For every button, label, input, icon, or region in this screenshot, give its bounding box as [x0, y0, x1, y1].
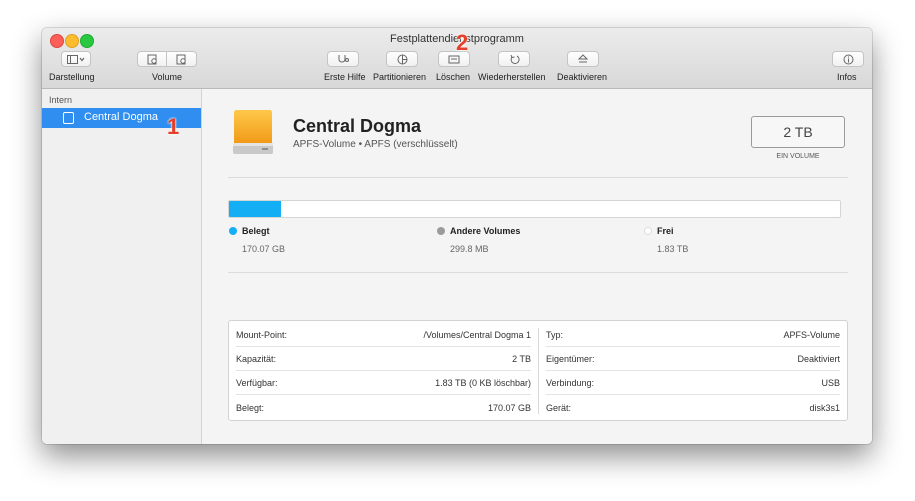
partition-button[interactable]: [386, 51, 418, 67]
info-row: Eigentümer: Deaktiviert: [546, 346, 840, 371]
capacity-caption: EIN VOLUME: [776, 153, 820, 160]
usage-divider: [228, 272, 848, 273]
add-volume-button[interactable]: [137, 51, 167, 67]
first-aid-label: Erste Hilfe: [324, 72, 366, 82]
restore-arrow-icon: [510, 54, 520, 64]
view-button[interactable]: [61, 51, 91, 67]
other-volumes-color-dot: [437, 227, 445, 235]
info-row: Kapazität: 2 TB: [236, 346, 531, 371]
volume-format: APFS-Volume • APFS (verschlüsselt): [293, 139, 458, 150]
info-icon: [843, 54, 853, 64]
stethoscope-icon: [338, 54, 349, 63]
volume-icon: [63, 112, 74, 124]
info-label: Infos: [837, 72, 857, 82]
usage-bar-used-fill: [229, 201, 281, 217]
other-volumes-value: 299.8 MB: [450, 244, 489, 254]
partition-pie-icon: [397, 54, 407, 64]
free-value: 1.83 TB: [657, 244, 689, 254]
info-row: Verbindung: USB: [546, 370, 840, 395]
erase-label: Löschen: [436, 72, 471, 82]
free-color-dot: [644, 227, 652, 235]
restore-label: Wiederherstellen: [478, 72, 546, 82]
view-label: Darstellung: [49, 72, 95, 82]
used-color-dot: [229, 227, 237, 235]
info-row: Gerät: disk3s1: [546, 403, 840, 413]
partition-label: Partitionieren: [373, 72, 427, 82]
volume-title: Central Dogma: [293, 116, 422, 136]
disk-utility-window: Festplattendienstprogramm Darstellung Vo…: [42, 28, 872, 444]
capacity-display: 2 TB: [751, 116, 845, 148]
volume-segment: [137, 51, 197, 67]
remove-volume-icon: [176, 54, 186, 64]
volume-label: Volume: [152, 72, 183, 82]
annotation-marker-1: 1: [167, 114, 180, 139]
sidebar-section-heading: Intern: [49, 95, 73, 105]
info-row: Mount-Point:/Volumes/Central Dogma 1: [236, 322, 531, 347]
legend-other-volumes: Andere Volumes 299.8 MB: [437, 226, 520, 254]
info-row: Verfügbar: 1.83 TB (0 KB löschbar): [236, 370, 531, 395]
used-value: 170.07 GB: [242, 244, 286, 254]
annotation-marker-2: 2: [456, 30, 469, 55]
info-column-divider: [538, 328, 539, 414]
sidebar-icon: [67, 54, 85, 64]
unmount-button[interactable]: [567, 51, 599, 67]
unmount-icon: [578, 53, 588, 62]
info-row: Belegt: 170.07 GB: [236, 403, 531, 413]
remove-volume-button[interactable]: [167, 51, 197, 67]
sidebar: Intern Central Dogma: [42, 89, 202, 444]
usage-bar: [228, 200, 841, 218]
sidebar-item-label: Central Dogma: [84, 111, 158, 123]
legend-free: Frei 1.83 TB: [644, 226, 688, 254]
hard-drive-icon: [233, 110, 273, 154]
info-table: Mount-Point:/Volumes/Central Dogma 1 Kap…: [228, 320, 848, 421]
unmount-label: Deaktivieren: [557, 72, 608, 82]
legend-used: Belegt 170.07 GB: [229, 226, 285, 254]
erase-disk-icon: [448, 55, 460, 64]
restore-button[interactable]: [498, 51, 530, 67]
first-aid-button[interactable]: [327, 51, 359, 67]
header-divider: [228, 177, 848, 178]
detail-pane: Central Dogma APFS-Volume • APFS (versch…: [202, 89, 872, 444]
info-row: Typ: APFS-Volume: [546, 322, 840, 347]
add-volume-icon: [147, 54, 157, 64]
info-button[interactable]: [832, 51, 864, 67]
